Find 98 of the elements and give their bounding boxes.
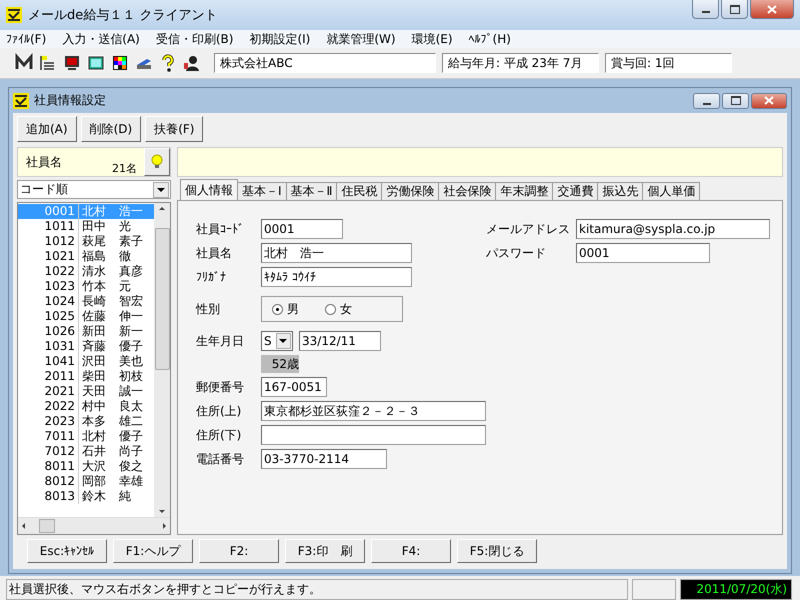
input-field[interactable]: 0001 (576, 243, 710, 263)
menu-item[interactable]: 受信・印刷(B) (156, 30, 234, 48)
field-label: 性別 (196, 300, 221, 318)
status-panel (632, 579, 676, 600)
lightbulb-icon (150, 154, 164, 170)
tab[interactable]: 労働保険 (381, 182, 440, 200)
input-field[interactable]: kitamura@syspla.co.jp (576, 219, 770, 239)
child-window-title: 社員情報設定 (34, 92, 106, 109)
employee-row[interactable]: 1025 佐藤 伸一 (18, 309, 154, 324)
input-field[interactable]: 03-3770-2114 (261, 449, 387, 469)
app-icon (6, 7, 22, 23)
tab[interactable]: 基本－Ⅰ (237, 182, 287, 200)
person-icon[interactable] (182, 53, 202, 73)
employee-count: 21名 (112, 161, 137, 176)
close-button[interactable] (751, 92, 787, 108)
vertical-scrollbar[interactable] (154, 203, 170, 517)
function-key-button[interactable]: F3:印 刷 (285, 539, 365, 563)
status-message: 社員選択後、マウス右ボタンを押すとコピーが行えます。 (6, 579, 628, 600)
field-label: 郵便番号 (196, 378, 245, 396)
menu-item[interactable]: 入力・送信(A) (62, 30, 140, 48)
menu-item[interactable]: 初期設定(I) (249, 30, 310, 48)
radio-option[interactable]: 女 (325, 300, 352, 318)
employee-row[interactable]: 1041 沢田 美也 (18, 354, 154, 369)
pay-month-field: 給与年月: 平成 23年 7月 (442, 53, 599, 73)
employee-row[interactable]: 2022 村中 良太 (18, 399, 154, 414)
input-field[interactable]: ｷﾀﾑﾗ ｺｳｲﾁ (261, 267, 412, 287)
tab[interactable]: 交通費 (552, 182, 598, 200)
minimize-button[interactable] (692, 0, 719, 19)
employee-row[interactable]: 1021 福島 徹 (18, 249, 154, 264)
employee-row[interactable]: 1031 斉藤 優子 (18, 339, 154, 354)
menu-item[interactable]: ﾍﾙﾌﾟ(H) (468, 32, 511, 46)
tab[interactable]: 住民税 (336, 182, 382, 200)
era-dropdown[interactable]: S (261, 331, 293, 351)
field-label: 生年月日 (196, 332, 245, 350)
monitor-icon[interactable] (62, 53, 82, 73)
tab[interactable]: 振込先 (597, 182, 644, 200)
app-icon (13, 92, 29, 108)
minimize-button[interactable] (693, 92, 720, 108)
tab[interactable]: 個人情報 (180, 179, 238, 200)
radio-option[interactable]: 男 (272, 300, 299, 318)
action-button[interactable]: 削除(D) (80, 116, 142, 142)
field-label: ﾌﾘｶﾞﾅ (196, 270, 227, 284)
function-key-button[interactable]: F5:閉じる (457, 539, 537, 563)
function-key-button[interactable]: F4: (371, 539, 451, 563)
input-field[interactable]: 167-0051 (261, 377, 327, 397)
function-key-button[interactable]: F2: (199, 539, 279, 563)
function-key-button[interactable]: F1:ヘルプ (113, 539, 193, 563)
employee-row[interactable]: 1011 田中 光 (18, 219, 154, 234)
input-field[interactable] (261, 425, 486, 445)
field-label: 住所(下) (196, 426, 242, 444)
tab[interactable]: 年末調整 (495, 182, 554, 200)
employee-row[interactable]: 1022 清水 真彦 (18, 264, 154, 279)
input-field[interactable]: 東京都杉並区荻窪２－２－３ (261, 401, 486, 421)
employee-row[interactable]: 1024 長崎 智宏 (18, 294, 154, 309)
employee-row[interactable]: 8011 大沢 俊之 (18, 459, 154, 474)
bonus-field: 賞与回: 1回 (605, 53, 732, 73)
employee-row[interactable]: 7011 北村 優子 (18, 429, 154, 444)
employee-row[interactable]: 2021 天田 誠一 (18, 384, 154, 399)
employee-row[interactable]: 1012 萩尾 素子 (18, 234, 154, 249)
field-label: メールアドレス (486, 220, 571, 238)
employee-row[interactable]: 2011 柴田 初枝 (18, 369, 154, 384)
close-button[interactable] (750, 0, 794, 19)
date-field[interactable]: 33/12/11 (299, 331, 381, 351)
employee-row[interactable]: 8012 岡部 幸雄 (18, 474, 154, 489)
status-date: 2011/07/20(水) (680, 579, 792, 600)
tab[interactable]: 社会保険 (438, 182, 496, 200)
input-field[interactable]: 北村 浩一 (261, 243, 412, 263)
field-label: 社員ｺｰﾄﾞ (196, 220, 245, 238)
maximize-button[interactable] (721, 0, 748, 19)
field-label: 住所(上) (196, 402, 242, 420)
employee-heading: 社員名 (26, 154, 62, 171)
tab[interactable]: 個人単価 (642, 182, 700, 200)
age-display: 52歳 (261, 355, 299, 373)
employee-row[interactable]: 7012 石井 尚子 (18, 444, 154, 459)
menu-item[interactable]: 就業管理(W) (326, 30, 396, 48)
field-label: パスワード (486, 244, 547, 262)
action-button[interactable]: 追加(A) (17, 116, 77, 142)
employee-row[interactable]: 1026 新田 新一 (18, 324, 154, 339)
window-title: メールde給与１１ クライアント (28, 7, 218, 24)
employee-row[interactable]: 1023 竹本 元 (18, 279, 154, 294)
employee-row[interactable]: 2023 本多 雄二 (18, 414, 154, 429)
field-label: 電話番号 (196, 450, 245, 468)
input-field[interactable]: 0001 (261, 219, 343, 239)
employee-row[interactable]: 8013 鈴木 純 (18, 489, 154, 504)
hint-button[interactable] (144, 148, 170, 176)
field-label: 社員名 (196, 244, 233, 262)
action-button[interactable]: 扶養(F) (145, 116, 204, 142)
horizontal-scrollbar[interactable] (18, 517, 170, 534)
menu-item[interactable]: 環境(E) (412, 30, 453, 48)
color-grid-icon[interactable] (110, 53, 130, 73)
tab[interactable]: 基本－Ⅱ (286, 182, 338, 200)
menu-item[interactable]: ﾌｧｲﾙ(F) (6, 32, 46, 46)
maximize-button[interactable] (722, 92, 749, 108)
function-key-button[interactable]: Esc:ｷｬﾝｾﾙ (27, 539, 107, 563)
close-icon (767, 4, 777, 14)
close-icon (764, 96, 774, 105)
company-field: 株式会社ABC (214, 53, 436, 73)
sort-dropdown[interactable]: コード順 (17, 180, 171, 199)
